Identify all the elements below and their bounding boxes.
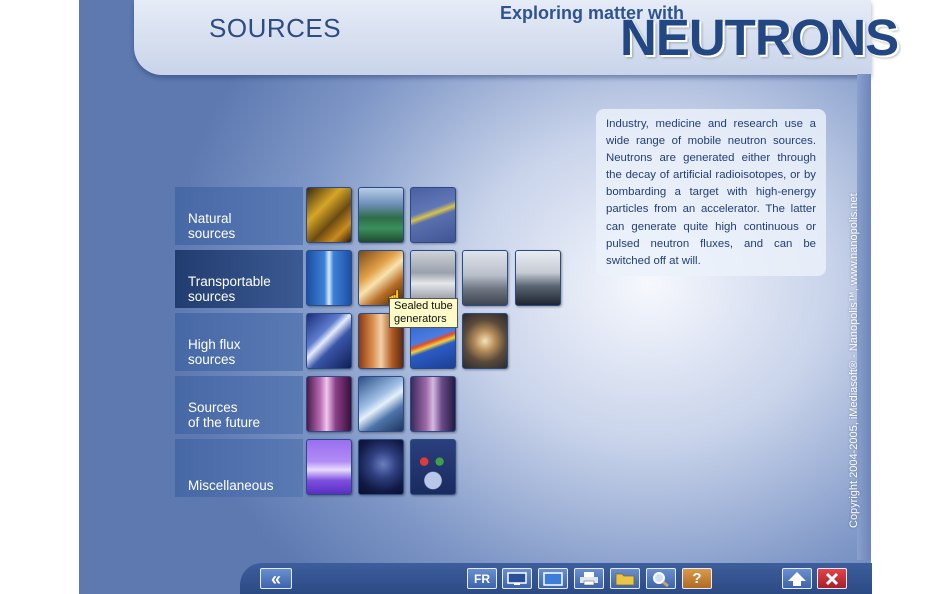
thumbnail-reactor-structure[interactable] xyxy=(306,313,352,369)
thumbnail-purple-glow[interactable] xyxy=(306,439,352,495)
window-button[interactable] xyxy=(538,568,568,589)
category-miscellaneous[interactable]: Miscellaneous xyxy=(175,439,303,497)
up-arrow-icon xyxy=(788,571,806,586)
rewind-icon: « xyxy=(270,568,281,589)
category-label-line2: sources xyxy=(188,289,236,304)
category-label-line1: Transportable xyxy=(188,274,271,289)
window-icon xyxy=(543,571,563,586)
category-transportable-sources[interactable]: Transportable sources xyxy=(175,250,303,308)
folder-button[interactable] xyxy=(610,568,640,589)
copyright-text: Copyright 2004-2005, iMediasoft® - Nanop… xyxy=(848,193,860,528)
search-button[interactable] xyxy=(646,568,676,589)
thumbnail-operator[interactable] xyxy=(515,250,561,306)
thumbnail-future-hall[interactable] xyxy=(410,376,456,432)
thumbnail-molecule[interactable] xyxy=(410,439,456,495)
thumbnail-future-facility[interactable] xyxy=(358,376,404,432)
thumbnail-diagram[interactable] xyxy=(410,187,456,243)
thumbnail-tooltip: Sealed tube generators xyxy=(389,298,458,328)
page-title: SOURCES xyxy=(209,13,342,43)
category-label-line2: sources xyxy=(188,352,236,367)
category-label-line1: Sources xyxy=(188,400,238,415)
help-icon: ? xyxy=(692,570,702,587)
print-icon xyxy=(580,572,598,586)
language-button[interactable]: FR xyxy=(467,568,497,589)
header-panel: SOURCES Exploring matter with NEUTRONS xyxy=(134,0,899,75)
thumbnail-source-capsule[interactable] xyxy=(306,250,352,306)
info-text: Industry, medicine and research use a wi… xyxy=(596,109,826,276)
close-button[interactable] xyxy=(817,568,847,589)
category-label-line1: High flux xyxy=(188,337,241,352)
brand-logo: NEUTRONS xyxy=(620,9,899,66)
folder-icon xyxy=(615,573,635,586)
thumbnail-machine[interactable] xyxy=(462,250,508,306)
thumbnail-target-chamber[interactable] xyxy=(462,313,508,369)
fullscreen-button[interactable] xyxy=(502,568,532,589)
category-label-line2: Miscellaneous xyxy=(188,478,274,493)
thumbnail-starfield[interactable] xyxy=(358,439,404,495)
close-icon xyxy=(825,572,839,585)
category-sources-of-the-future[interactable]: Sources of the future xyxy=(175,376,303,434)
language-icon: FR xyxy=(474,571,490,586)
thumbnail-landscape[interactable] xyxy=(358,187,404,243)
tooltip-line1: Sealed tube xyxy=(394,300,453,312)
thumbnail-mineral[interactable] xyxy=(306,187,352,243)
category-high-flux-sources[interactable]: High flux sources xyxy=(175,313,303,371)
category-label-line2: of the future xyxy=(188,415,261,430)
category-natural-sources[interactable]: Natural sources xyxy=(175,187,303,245)
category-label-line2: sources xyxy=(188,226,236,241)
up-button[interactable] xyxy=(782,568,812,589)
thumbnail-future-pipes[interactable] xyxy=(306,376,352,432)
print-button[interactable] xyxy=(574,568,604,589)
back-button[interactable]: « xyxy=(260,568,292,589)
category-label-line1: Natural xyxy=(188,211,232,226)
search-icon xyxy=(653,571,669,587)
monitor-icon xyxy=(507,571,527,585)
help-button[interactable]: ? xyxy=(682,568,712,589)
tooltip-line2: generators xyxy=(394,313,447,325)
